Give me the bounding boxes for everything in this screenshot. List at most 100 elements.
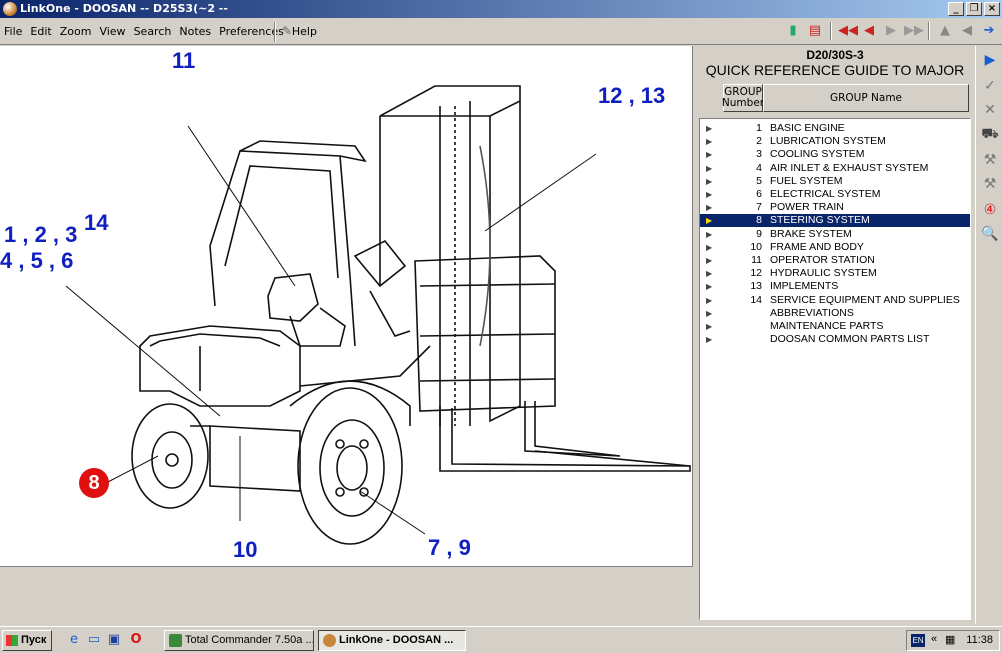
next-icon[interactable]: ▶ <box>882 22 900 40</box>
group-name: IMPLEMENTS <box>770 280 839 293</box>
model-label: D20/30S-3 <box>806 48 864 62</box>
expand-arrow-icon[interactable]: ▶ <box>706 122 712 135</box>
group-row[interactable]: ▶ 11 OPERATOR STATION <box>700 254 970 267</box>
group-number: 14 <box>750 293 762 306</box>
expand-arrow-icon[interactable]: ▶ <box>706 280 712 293</box>
zoom-icon[interactable]: 🔍 <box>980 224 1000 244</box>
expand-arrow-icon[interactable]: ▶ <box>706 307 712 320</box>
group-number: 10 <box>750 240 762 253</box>
expand-arrow-icon[interactable]: ▶ <box>706 241 712 254</box>
expand-arrow-icon[interactable]: ▶ <box>706 214 712 227</box>
tray-expand-icon[interactable]: « <box>931 633 937 645</box>
cross-icon[interactable]: ✕ <box>980 100 1000 120</box>
language-indicator[interactable]: EN <box>911 634 925 647</box>
restore-button[interactable]: ❐ <box>966 2 982 16</box>
group-row[interactable]: ▶ 4 AIR INLET & EXHAUST SYSTEM <box>700 162 970 175</box>
callout-4-5-6[interactable]: 4 , 5 , 6 <box>0 248 73 274</box>
app-icon[interactable] <box>3 2 17 16</box>
menu: File Edit Zoom View Search Notes Prefere… <box>4 25 317 38</box>
group-number: 9 <box>756 227 762 240</box>
menu-zoom[interactable]: Zoom <box>60 25 92 38</box>
group-row[interactable]: ▶ 7 POWER TRAIN <box>700 201 970 214</box>
group-row[interactable]: ▶ 8 STEERING SYSTEM <box>700 214 970 228</box>
close-button[interactable]: × <box>984 2 1000 16</box>
previous-icon[interactable]: ◀ <box>860 22 878 40</box>
back-arrow-icon[interactable]: ◀ <box>958 22 976 40</box>
expand-arrow-icon[interactable]: ▶ <box>706 175 712 188</box>
group-row[interactable]: ▶ 1 BASIC ENGINE <box>700 122 970 135</box>
guide-header: D20/30S-3 QUICK REFERENCE GUIDE TO MAJOR <box>697 46 973 78</box>
document-icon[interactable]: ▤ <box>806 22 824 40</box>
play-icon[interactable]: ▶ <box>980 50 1000 70</box>
expand-arrow-icon[interactable]: ▶ <box>706 254 712 267</box>
group-name: SERVICE EQUIPMENT AND SUPPLIES <box>770 293 960 306</box>
callout-8[interactable]: 8 <box>79 468 109 498</box>
system-tray: EN « ▦ 11:38 <box>906 630 1000 651</box>
menu-bar: File Edit Zoom View Search Notes Prefere… <box>0 18 1002 45</box>
column-header-group-name[interactable]: GROUP Name <box>763 84 969 112</box>
last-page-icon[interactable]: ▶▶ <box>904 22 924 40</box>
group-row[interactable]: ▶ 13 IMPLEMENTS <box>700 280 970 293</box>
callout-12-13[interactable]: 12 , 13 <box>598 83 665 109</box>
first-page-icon[interactable]: ◀◀ <box>838 22 858 40</box>
column-header-group-number[interactable]: GROUP Number <box>722 84 764 112</box>
cart-remove-icon[interactable]: ⚒ <box>980 174 1000 194</box>
menu-search[interactable]: Search <box>134 25 172 38</box>
pin-icon[interactable]: ✎ <box>282 24 296 38</box>
books-icon[interactable]: ▮ <box>784 22 802 40</box>
group-row[interactable]: ▶ 5 FUEL SYSTEM <box>700 175 970 188</box>
menu-view[interactable]: View <box>99 25 125 38</box>
expand-arrow-icon[interactable]: ▶ <box>706 188 712 201</box>
callout-7-9[interactable]: 7 , 9 <box>428 535 471 561</box>
group-row[interactable]: ▶ 2 LUBRICATION SYSTEM <box>700 135 970 148</box>
expand-arrow-icon[interactable]: ▶ <box>706 333 712 346</box>
group-row[interactable]: ▶ 9 BRAKE SYSTEM <box>700 228 970 241</box>
group-row[interactable]: ▶ MAINTENANCE PARTS <box>700 320 970 333</box>
start-button[interactable]: Пуск <box>2 630 52 651</box>
group-row[interactable]: ▶ 10 FRAME AND BODY <box>700 241 970 254</box>
group-row[interactable]: ▶ 3 COOLING SYSTEM <box>700 148 970 161</box>
expand-arrow-icon[interactable]: ▶ <box>706 135 712 148</box>
network-icon[interactable]: ▦ <box>945 633 955 646</box>
expand-arrow-icon[interactable]: ▶ <box>706 148 712 161</box>
task-total-commander[interactable]: Total Commander 7.50a ... <box>164 630 314 651</box>
group-row[interactable]: ▶ DOOSAN COMMON PARTS LIST <box>700 333 970 346</box>
group-row[interactable]: ▶ 14 SERVICE EQUIPMENT AND SUPPLIES <box>700 294 970 307</box>
task-label: LinkOne - DOOSAN ... <box>339 634 454 646</box>
callout-10[interactable]: 10 <box>233 537 257 563</box>
menu-file[interactable]: File <box>4 25 22 38</box>
expand-arrow-icon[interactable]: ▶ <box>706 294 712 307</box>
group-row[interactable]: ▶ ABBREVIATIONS <box>700 307 970 320</box>
group-list: ▶ 1 BASIC ENGINE ▶ 2 LUBRICATION SYSTEM ▶ 3 COOL… <box>699 118 971 620</box>
toolbar-separator <box>830 22 832 40</box>
callout-11[interactable]: 11 <box>172 48 195 74</box>
group-row[interactable]: ▶ 12 HYDRAULIC SYSTEM <box>700 267 970 280</box>
toolbar-separator <box>274 22 276 42</box>
notification-icon[interactable]: ④ <box>980 200 1000 220</box>
up-arrow-icon[interactable]: ▲ <box>936 22 954 40</box>
clock: 11:38 <box>966 634 993 646</box>
expand-arrow-icon[interactable]: ▶ <box>706 228 712 241</box>
expand-arrow-icon[interactable]: ▶ <box>706 267 712 280</box>
group-name: POWER TRAIN <box>770 201 844 214</box>
check-icon[interactable]: ✓ <box>980 76 1000 96</box>
callout-14[interactable]: 14 <box>84 210 108 236</box>
expand-arrow-icon[interactable]: ▶ <box>706 162 712 175</box>
forward-arrow-icon[interactable]: ➔ <box>980 22 998 40</box>
expand-arrow-icon[interactable]: ▶ <box>706 201 712 214</box>
group-row[interactable]: ▶ 6 ELECTRICAL SYSTEM <box>700 188 970 201</box>
callout-1-2-3[interactable]: 1 , 2 , 3 <box>4 222 77 248</box>
browser-icon[interactable]: e <box>66 632 82 648</box>
menu-notes[interactable]: Notes <box>179 25 211 38</box>
cart-icon[interactable]: ⛟ <box>980 124 1000 144</box>
group-name: AIR INLET & EXHAUST SYSTEM <box>770 161 929 174</box>
group-number: 12 <box>750 267 762 280</box>
task-linkone[interactable]: LinkOne - DOOSAN ... <box>318 630 466 651</box>
expand-arrow-icon[interactable]: ▶ <box>706 320 712 333</box>
opera-icon[interactable]: O <box>128 632 144 648</box>
desktop-icon[interactable]: ▭ <box>86 632 102 648</box>
minimize-button[interactable]: _ <box>948 2 964 16</box>
menu-edit[interactable]: Edit <box>30 25 51 38</box>
cart-add-icon[interactable]: ⚒ <box>980 150 1000 170</box>
save-icon[interactable]: ▣ <box>106 632 122 648</box>
